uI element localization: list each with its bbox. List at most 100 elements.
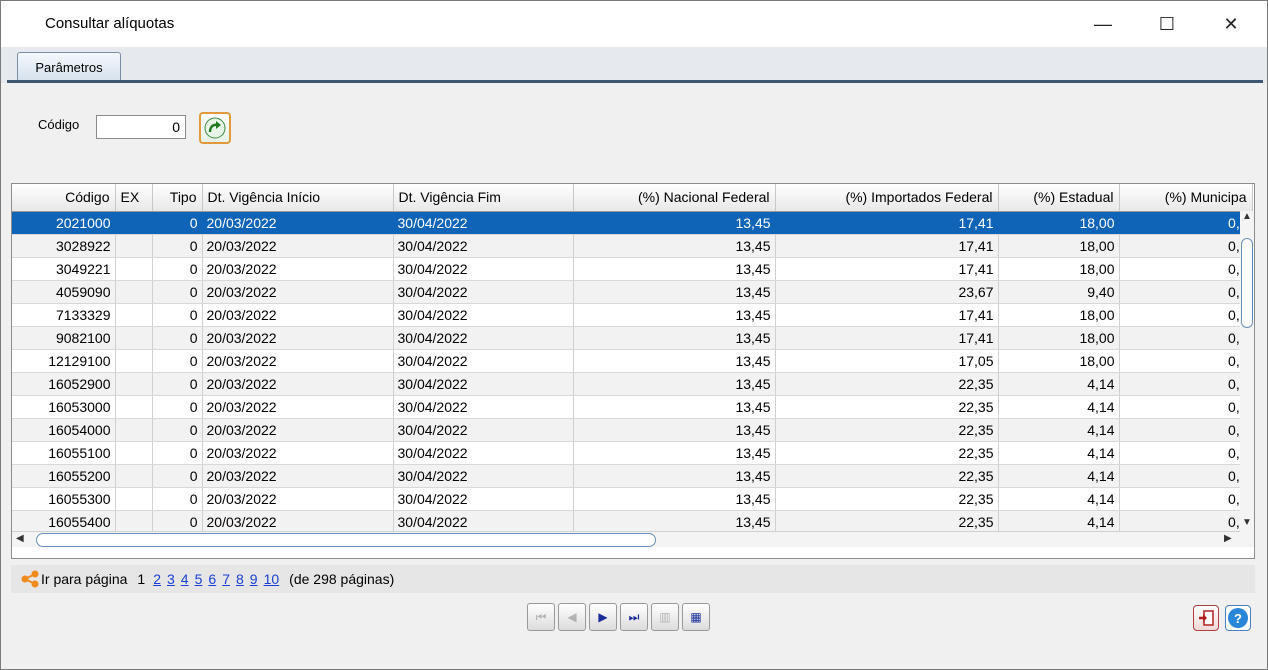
page-link-3[interactable]: 3 — [167, 571, 175, 587]
column-header[interactable]: (%) Importados Federal — [775, 184, 999, 212]
columns-button[interactable]: ▥ — [651, 603, 679, 631]
export-grid-button[interactable]: ▦ — [682, 603, 710, 631]
next-page-button[interactable]: ▶ — [589, 603, 617, 631]
page-link-5[interactable]: 5 — [195, 571, 203, 587]
cell-dt-vigencia-inicio: 20/03/2022 — [202, 349, 394, 373]
cell-dt-vigencia-inicio: 20/03/2022 — [202, 280, 394, 304]
export-grid-icon: ▦ — [690, 610, 702, 624]
page-links: 2 3 4 5 6 7 8 9 10 — [153, 571, 285, 587]
cell-importados-federal: 22,35 — [775, 418, 999, 442]
column-header[interactable]: (%) Municipa — [1119, 184, 1253, 212]
exit-button[interactable] — [1193, 605, 1219, 631]
codigo-input[interactable] — [96, 115, 186, 139]
scroll-up-icon[interactable]: ▲ — [1242, 211, 1252, 222]
page-link-8[interactable]: 8 — [236, 571, 244, 587]
table-row[interactable]: 16055400 0 20/03/2022 30/04/2022 13,45 22,35 4… — [12, 510, 1253, 534]
search-button[interactable] — [199, 112, 231, 144]
cell-importados-federal: 17,41 — [775, 211, 999, 235]
vertical-scroll-thumb[interactable] — [1241, 238, 1253, 328]
page-link-6[interactable]: 6 — [208, 571, 216, 587]
scroll-right-icon[interactable]: ▶ — [1224, 533, 1232, 544]
cell-ex — [115, 464, 153, 488]
cell-estadual: 18,00 — [998, 326, 1120, 350]
column-header[interactable]: (%) Estadual — [998, 184, 1120, 212]
vertical-scrollbar[interactable]: ▲ ▼ — [1240, 211, 1254, 531]
column-header[interactable]: Tipo — [152, 184, 203, 212]
page-link-7[interactable]: 7 — [222, 571, 230, 587]
first-page-button[interactable]: ⏮ — [527, 603, 555, 631]
table-row[interactable]: 16052900 0 20/03/2022 30/04/2022 13,45 22,35 4… — [12, 372, 1253, 396]
close-button[interactable]: ✕ — [1199, 1, 1263, 47]
table-row[interactable]: 4059090 0 20/03/2022 30/04/2022 13,45 23,67 9,… — [12, 280, 1253, 304]
column-header[interactable]: Código — [12, 184, 116, 212]
scroll-left-icon[interactable]: ◀ — [16, 533, 24, 544]
table-row[interactable]: 3028922 0 20/03/2022 30/04/2022 13,45 17,41 18… — [12, 234, 1253, 258]
cell-importados-federal: 22,35 — [775, 487, 999, 511]
parametros-panel: Código Código EX Tipo Dt. Vigência — [7, 83, 1263, 665]
table-row[interactable]: 9082100 0 20/03/2022 30/04/2022 13,45 17,41 18… — [12, 326, 1253, 350]
cell-ex — [115, 372, 153, 396]
cell-importados-federal: 22,35 — [775, 372, 999, 396]
horizontal-scrollbar[interactable]: ◀ ▶ — [12, 531, 1240, 547]
column-header[interactable]: EX — [115, 184, 153, 212]
cell-ex — [115, 234, 153, 258]
cell-municipal: 0,0 — [1119, 303, 1253, 327]
cell-dt-vigencia-inicio: 20/03/2022 — [202, 487, 394, 511]
column-header[interactable]: Dt. Vigência Fim — [393, 184, 574, 212]
table-row[interactable]: 16055100 0 20/03/2022 30/04/2022 13,45 22,35 4… — [12, 441, 1253, 465]
table-row[interactable]: 7133329 0 20/03/2022 30/04/2022 13,45 17,41 18… — [12, 303, 1253, 327]
cell-municipal: 0,0 — [1119, 257, 1253, 281]
cell-estadual: 18,00 — [998, 303, 1120, 327]
cell-estadual: 4,14 — [998, 464, 1120, 488]
cell-estadual: 18,00 — [998, 349, 1120, 373]
cell-dt-vigencia-fim: 30/04/2022 — [393, 211, 574, 235]
exit-door-icon — [1199, 610, 1214, 626]
total-pages: (de 298 páginas) — [289, 571, 395, 587]
page-link-10[interactable]: 10 — [264, 571, 280, 587]
cell-codigo: 3049221 — [12, 257, 116, 281]
page-link-4[interactable]: 4 — [181, 571, 189, 587]
table-row[interactable]: 12129100 0 20/03/2022 30/04/2022 13,45 17,05 1… — [12, 349, 1253, 373]
cell-estadual: 4,14 — [998, 418, 1120, 442]
cell-ex — [115, 395, 153, 419]
tab-parametros[interactable]: Parâmetros — [17, 52, 121, 82]
scroll-down-icon[interactable]: ▼ — [1242, 517, 1252, 528]
cell-tipo: 0 — [152, 257, 203, 281]
cell-municipal: 0,0 — [1119, 510, 1253, 534]
help-button[interactable]: ? — [1225, 605, 1251, 631]
column-header[interactable]: (%) Nacional Federal — [573, 184, 776, 212]
table-row[interactable]: 16055200 0 20/03/2022 30/04/2022 13,45 22,35 4… — [12, 464, 1253, 488]
column-header[interactable]: Dt. Vigência Início — [202, 184, 394, 212]
cell-dt-vigencia-inicio: 20/03/2022 — [202, 418, 394, 442]
minimize-button[interactable]: — — [1071, 1, 1135, 47]
cell-tipo: 0 — [152, 372, 203, 396]
close-icon: ✕ — [1223, 13, 1239, 34]
cell-dt-vigencia-fim: 30/04/2022 — [393, 464, 574, 488]
table-row[interactable]: 16054000 0 20/03/2022 30/04/2022 13,45 22,35 4… — [12, 418, 1253, 442]
cell-ex — [115, 441, 153, 465]
table-row[interactable]: 16053000 0 20/03/2022 30/04/2022 13,45 22,35 4… — [12, 395, 1253, 419]
previous-page-button[interactable]: ◀ — [558, 603, 586, 631]
cell-municipal: 0,0 — [1119, 418, 1253, 442]
cell-ex — [115, 326, 153, 350]
page-link-9[interactable]: 9 — [250, 571, 258, 587]
table-row[interactable]: 2021000 0 20/03/2022 30/04/2022 13,45 17,41 18… — [12, 211, 1253, 235]
horizontal-scroll-thumb[interactable] — [36, 533, 656, 547]
cell-nacional-federal: 13,45 — [573, 441, 776, 465]
table-row[interactable]: 16055300 0 20/03/2022 30/04/2022 13,45 22,35 4… — [12, 487, 1253, 511]
cell-dt-vigencia-fim: 30/04/2022 — [393, 487, 574, 511]
last-page-button[interactable]: ⏭ — [620, 603, 648, 631]
cell-importados-federal: 17,41 — [775, 326, 999, 350]
cell-municipal: 0,0 — [1119, 487, 1253, 511]
cell-tipo: 0 — [152, 349, 203, 373]
maximize-button[interactable]: ☐ — [1135, 1, 1199, 47]
cell-municipal: 0,0 — [1119, 349, 1253, 373]
cell-importados-federal: 17,41 — [775, 303, 999, 327]
cell-nacional-federal: 13,45 — [573, 418, 776, 442]
cell-nacional-federal: 13,45 — [573, 372, 776, 396]
page-link-2[interactable]: 2 — [153, 571, 161, 587]
cell-dt-vigencia-inicio: 20/03/2022 — [202, 303, 394, 327]
cell-tipo: 0 — [152, 280, 203, 304]
table-row[interactable]: 3049221 0 20/03/2022 30/04/2022 13,45 17,41 18… — [12, 257, 1253, 281]
cell-dt-vigencia-inicio: 20/03/2022 — [202, 464, 394, 488]
